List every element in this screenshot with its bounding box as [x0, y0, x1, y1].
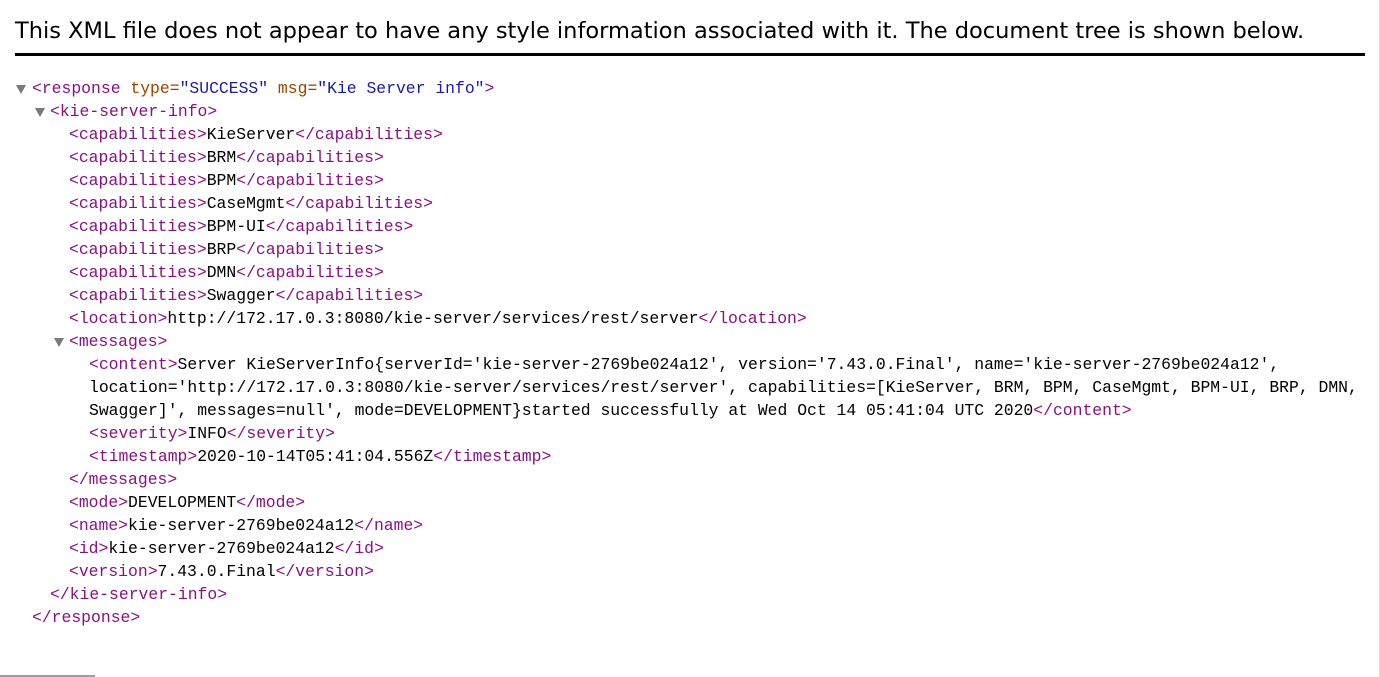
- capability-value: BRP: [206, 240, 237, 259]
- mode-value: DEVELOPMENT: [128, 493, 237, 512]
- capability-value: Swagger: [206, 286, 276, 305]
- capability-value: DMN: [206, 263, 237, 282]
- xml-line-mode: <mode>DEVELOPMENT</mode>: [69, 493, 306, 512]
- xml-line-response-close: </response>: [32, 608, 141, 627]
- content-text-line: location='http://172.17.0.3:8080/kie-ser…: [89, 378, 1358, 397]
- xml-line-id: <id>kie-server-2769be024a12</id>: [69, 539, 384, 558]
- xml-line-version: <version>7.43.0.Final</version>: [69, 562, 374, 581]
- xml-line-capability: <capabilities>BRM</capabilities>: [69, 148, 384, 167]
- version-value: 7.43.0.Final: [157, 562, 276, 581]
- xml-line-severity: <severity>INFO</severity>: [89, 424, 335, 443]
- xml-line-kie-server-info-open: <kie-server-info>: [50, 102, 218, 121]
- xml-line-content-wrap: Swagger]', messages=null', mode=DEVELOPM…: [89, 401, 1132, 420]
- content-text-line: Server KieServerInfo{serverId='kie-serve…: [177, 355, 1280, 374]
- collapse-messages-toggle-icon[interactable]: [54, 338, 64, 347]
- location-value: http://172.17.0.3:8080/kie-server/servic…: [167, 309, 699, 328]
- xml-line-kie-server-info-close: </kie-server-info>: [50, 585, 228, 604]
- timestamp-value: 2020-10-14T05:41:04.556Z: [197, 447, 434, 466]
- xml-line-messages-open: <messages>: [69, 332, 168, 351]
- capability-value: BPM: [206, 171, 237, 190]
- xml-line-capability: <capabilities>DMN</capabilities>: [69, 263, 384, 282]
- capability-value: KieServer: [206, 125, 296, 144]
- xml-line-location: <location>http://172.17.0.3:8080/kie-ser…: [69, 309, 807, 328]
- content-text-line: Swagger]', messages=null', mode=DEVELOPM…: [89, 401, 1034, 420]
- xml-line-timestamp: <timestamp>2020-10-14T05:41:04.556Z</tim…: [89, 447, 552, 466]
- collapse-response-toggle-icon[interactable]: [16, 85, 26, 94]
- xml-line-capability: <capabilities>Swagger</capabilities>: [69, 286, 424, 305]
- xml-line-capability: <capabilities>KieServer</capabilities>: [69, 125, 443, 144]
- capability-value: BPM-UI: [206, 217, 266, 236]
- xml-line-name: <name>kie-server-2769be024a12</name>: [69, 516, 424, 535]
- xml-line-messages-close: </messages>: [69, 470, 178, 489]
- capability-value: CaseMgmt: [206, 194, 286, 213]
- xml-line-capability: <capabilities>BPM</capabilities>: [69, 171, 384, 190]
- capability-value: BRM: [206, 148, 237, 167]
- xml-line-capability: <capabilities>BRP</capabilities>: [69, 240, 384, 259]
- name-value: kie-server-2769be024a12: [128, 516, 355, 535]
- collapse-kie-server-info-toggle-icon[interactable]: [35, 108, 45, 117]
- notice-divider: [15, 53, 1365, 56]
- xml-line-capability: <capabilities>BPM-UI</capabilities>: [69, 217, 414, 236]
- xml-style-notice: This XML file does not appear to have an…: [15, 18, 1305, 44]
- xml-line-response-open: <response type="SUCCESS" msg="Kie Server…: [32, 79, 495, 98]
- xml-line-content: <content>Server KieServerInfo{serverId='…: [89, 355, 1280, 374]
- xml-line-capability: <capabilities>CaseMgmt</capabilities>: [69, 194, 433, 213]
- severity-value: INFO: [187, 424, 227, 443]
- id-value: kie-server-2769be024a12: [108, 539, 335, 558]
- xml-line-content-wrap: location='http://172.17.0.3:8080/kie-ser…: [89, 376, 1358, 399]
